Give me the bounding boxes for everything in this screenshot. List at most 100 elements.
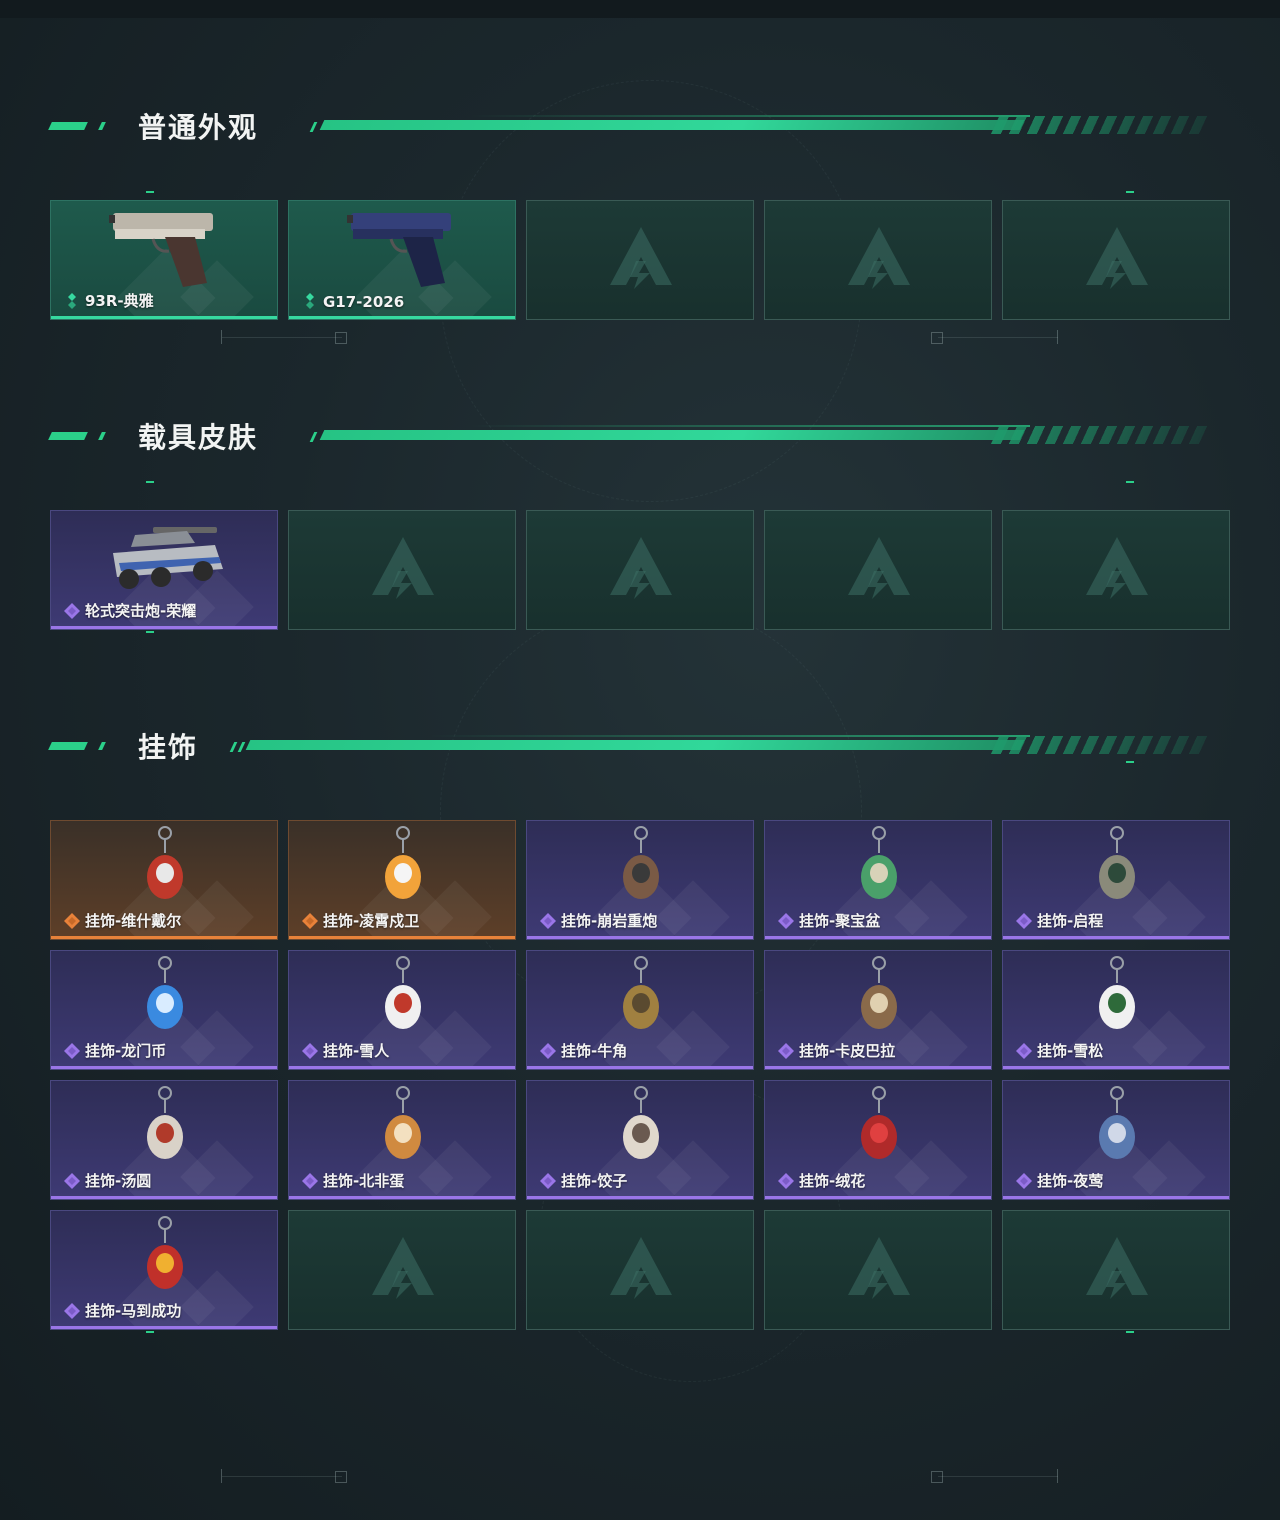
background-marker bbox=[931, 332, 943, 344]
item-card[interactable]: 挂饰-绒花 bbox=[764, 1080, 992, 1200]
section-title: 普通外观 bbox=[138, 111, 259, 144]
empty-slot bbox=[764, 510, 992, 630]
rarity-bar bbox=[289, 316, 515, 319]
rarity-icon bbox=[63, 1302, 81, 1320]
corner-mark bbox=[146, 631, 154, 633]
item-label: 挂饰-北非蛋 bbox=[323, 1172, 405, 1190]
item-label: 93R-典雅 bbox=[85, 292, 154, 310]
rarity-icon bbox=[301, 292, 319, 310]
empty-slot bbox=[1002, 200, 1230, 320]
charm-icon bbox=[95, 1213, 235, 1303]
empty-slot bbox=[288, 510, 516, 630]
charm-icon bbox=[1047, 823, 1187, 913]
item-card[interactable]: 挂饰-维什戴尔 bbox=[50, 820, 278, 940]
header-bar bbox=[319, 120, 1025, 130]
brand-logo-icon bbox=[1082, 533, 1152, 603]
brand-logo-icon bbox=[844, 533, 914, 603]
item-label: 挂饰-马到成功 bbox=[85, 1302, 182, 1320]
empty-slot bbox=[526, 1210, 754, 1330]
item-label: 挂饰-绒花 bbox=[799, 1172, 866, 1190]
corner-mark bbox=[146, 191, 154, 193]
item-card[interactable]: 挂饰-崩岩重炮 bbox=[526, 820, 754, 940]
item-card[interactable]: 挂饰-雪人 bbox=[288, 950, 516, 1070]
background-ruler bbox=[222, 1476, 342, 1477]
item-card[interactable]: 挂饰-龙门币 bbox=[50, 950, 278, 1070]
item-label: 挂饰-龙门币 bbox=[85, 1042, 167, 1060]
item-card[interactable]: 挂饰-马到成功 bbox=[50, 1210, 278, 1330]
rarity-bar bbox=[289, 1196, 515, 1199]
rarity-bar bbox=[289, 936, 515, 939]
pistol-icon bbox=[333, 203, 473, 293]
rarity-icon bbox=[777, 912, 795, 930]
rarity-bar bbox=[289, 1066, 515, 1069]
item-card[interactable]: 挂饰-雪松 bbox=[1002, 950, 1230, 1070]
charm-icon bbox=[333, 953, 473, 1043]
item-label: 挂饰-崩岩重炮 bbox=[561, 912, 658, 930]
background-ruler bbox=[222, 337, 342, 338]
rarity-icon bbox=[301, 1042, 319, 1060]
header-bar-tick bbox=[229, 742, 238, 752]
brand-logo-icon bbox=[368, 533, 438, 603]
charm-icon bbox=[571, 953, 711, 1043]
rarity-bar bbox=[51, 1066, 277, 1069]
header-bar-line bbox=[470, 425, 1030, 427]
rarity-bar bbox=[527, 1066, 753, 1069]
rarity-icon bbox=[1015, 912, 1033, 930]
item-card[interactable]: 挂饰-聚宝盆 bbox=[764, 820, 992, 940]
empty-slot bbox=[526, 510, 754, 630]
item-card[interactable]: 挂饰-牛角 bbox=[526, 950, 754, 1070]
background-ruler-tick bbox=[1057, 1469, 1058, 1483]
header-bar-line bbox=[470, 115, 1030, 117]
empty-slot bbox=[1002, 510, 1230, 630]
item-card[interactable]: 挂饰-凌霄戍卫 bbox=[288, 820, 516, 940]
brand-logo-icon bbox=[1082, 223, 1152, 293]
header-dash bbox=[48, 432, 88, 440]
item-label: 挂饰-凌霄戍卫 bbox=[323, 912, 420, 930]
header-checker bbox=[990, 116, 1210, 134]
rarity-bar bbox=[51, 626, 277, 629]
rarity-bar bbox=[765, 936, 991, 939]
header-checker bbox=[990, 426, 1210, 444]
empty-slot bbox=[1002, 1210, 1230, 1330]
charm-icon bbox=[333, 1083, 473, 1173]
item-card[interactable]: 挂饰-汤圆 bbox=[50, 1080, 278, 1200]
brand-logo-icon bbox=[606, 223, 676, 293]
charm-icon bbox=[809, 823, 949, 913]
item-card[interactable]: 挂饰-夜莺 bbox=[1002, 1080, 1230, 1200]
section-header-vehicle-skins: 载具皮肤 bbox=[48, 420, 1210, 456]
item-card[interactable]: 轮式突击炮-荣耀 bbox=[50, 510, 278, 630]
charm-icon bbox=[95, 1083, 235, 1173]
brand-logo-icon bbox=[606, 1233, 676, 1303]
rarity-icon bbox=[63, 602, 81, 620]
empty-slot bbox=[764, 1210, 992, 1330]
header-bar-line bbox=[430, 735, 1030, 737]
background-marker bbox=[335, 1471, 347, 1483]
brand-logo-icon bbox=[844, 223, 914, 293]
brand-logo-icon bbox=[606, 533, 676, 603]
corner-mark bbox=[146, 1331, 154, 1333]
item-label: 挂饰-雪松 bbox=[1037, 1042, 1104, 1060]
item-card[interactable]: 挂饰-饺子 bbox=[526, 1080, 754, 1200]
rarity-icon bbox=[539, 1172, 557, 1190]
charm-icon bbox=[333, 823, 473, 913]
rarity-icon bbox=[301, 1172, 319, 1190]
header-checker bbox=[990, 736, 1210, 754]
item-card[interactable]: G17-2026 bbox=[288, 200, 516, 320]
item-card[interactable]: 挂饰-卡皮巴拉 bbox=[764, 950, 992, 1070]
header-bar bbox=[245, 740, 1025, 750]
rarity-bar bbox=[1003, 936, 1229, 939]
section-header-skins: 普通外观 bbox=[48, 110, 1210, 146]
rarity-bar bbox=[1003, 1196, 1229, 1199]
background-marker bbox=[931, 1471, 943, 1483]
item-card[interactable]: 挂饰-北非蛋 bbox=[288, 1080, 516, 1200]
item-card[interactable]: 挂饰-启程 bbox=[1002, 820, 1230, 940]
brand-logo-icon bbox=[844, 1233, 914, 1303]
header-bar bbox=[319, 430, 1025, 440]
charm-icon bbox=[809, 1083, 949, 1173]
item-card[interactable]: 93R-典雅 bbox=[50, 200, 278, 320]
empty-slot bbox=[288, 1210, 516, 1330]
rarity-icon bbox=[539, 1042, 557, 1060]
rarity-bar bbox=[51, 1326, 277, 1329]
rarity-icon bbox=[539, 912, 557, 930]
rarity-icon bbox=[301, 912, 319, 930]
